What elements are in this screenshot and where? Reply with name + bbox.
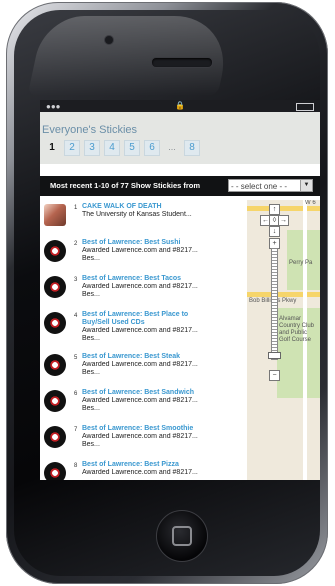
pan-up-icon[interactable]: ↑ — [269, 204, 280, 215]
list-item[interactable]: 2 Best of Lawrence: Best Sushi Awarded L… — [40, 238, 246, 272]
page-2-link[interactable]: 2 — [64, 140, 80, 156]
best-of-lawrence-logo-icon — [44, 354, 66, 376]
item-description: Awarded Lawrence.com and #8217... — [82, 469, 198, 476]
list-item[interactable]: 8 Best of Lawrence: Best Pizza Awarded L… — [40, 460, 246, 480]
front-camera-icon — [104, 35, 114, 45]
item-number: 3 — [74, 277, 78, 283]
list-item[interactable]: 3 Best of Lawrence: Best Tacos Awarded L… — [40, 274, 246, 308]
pan-right-icon[interactable]: → — [278, 215, 289, 226]
home-square-icon — [172, 526, 192, 546]
item-more: Bes... — [82, 441, 100, 448]
chevron-down-icon: ▼ — [300, 180, 312, 191]
list-item[interactable]: 7 Best of Lawrence: Best Smoothie Awarde… — [40, 424, 246, 458]
zoom-slider-handle[interactable] — [268, 352, 281, 359]
result-count-label: Most recent 1-10 of 77 Show Stickies fro… — [50, 181, 201, 190]
list-item[interactable]: 4 Best of Lawrence: Best Place to Buy/Se… — [40, 310, 246, 344]
list-item[interactable]: 1 CAKE WALK OF DEATH The University of K… — [40, 202, 246, 236]
map-road — [247, 292, 320, 297]
pagination: 1 2 3 4 5 6 ... 8 — [44, 140, 200, 156]
status-bar: ●●● 🔒 — [40, 100, 320, 112]
best-of-lawrence-logo-icon — [44, 462, 66, 480]
item-more: Bes... — [82, 335, 100, 342]
item-more: Bes... — [82, 369, 100, 376]
zoom-slider-track[interactable] — [271, 248, 278, 360]
item-title-link[interactable]: CAKE WALK OF DEATH — [82, 203, 212, 211]
item-description: Awarded Lawrence.com and #8217... — [82, 283, 198, 290]
best-of-lawrence-logo-icon — [44, 240, 66, 262]
page-6-link[interactable]: 6 — [144, 140, 160, 156]
item-number: 6 — [74, 391, 78, 397]
item-title-link[interactable]: Best of Lawrence: Best Pizza — [82, 461, 212, 469]
earpiece-speaker — [151, 57, 213, 68]
glass-reflection — [27, 16, 235, 96]
phone-screen: ●●● 🔒 Everyone's Stickies 1 2 3 4 5 6 ..… — [40, 100, 320, 480]
map-label: Perry Pa — [289, 260, 313, 266]
best-of-lawrence-logo-icon — [44, 390, 66, 412]
item-number: 1 — [74, 205, 78, 211]
zoom-out-icon[interactable]: − — [269, 370, 280, 381]
best-of-lawrence-logo-icon — [44, 276, 66, 298]
item-title-link[interactable]: Best of Lawrence: Best Place to Buy/Sell… — [82, 311, 212, 327]
page-8-link[interactable]: 8 — [184, 140, 200, 156]
map-view[interactable]: W 6 Perry Pa Bob Billings Pkwy Alvamar C… — [247, 200, 320, 480]
item-number: 8 — [74, 463, 78, 469]
item-title-link[interactable]: Best of Lawrence: Best Steak — [82, 353, 212, 361]
best-of-lawrence-logo-icon — [44, 312, 66, 334]
battery-icon — [296, 103, 314, 111]
page-1-link[interactable]: 1 — [44, 140, 60, 156]
lock-icon: 🔒 — [175, 101, 185, 110]
item-title-link[interactable]: Best of Lawrence: Best Sandwich — [82, 389, 212, 397]
stickies-source-select[interactable]: - - select one - - ▼ — [228, 179, 313, 192]
item-description: Awarded Lawrence.com and #8217... — [82, 433, 198, 440]
item-more: Bes... — [82, 405, 100, 412]
map-zoom-control: ↑ ← ◊ → ↓ + − — [260, 204, 289, 404]
item-description: Awarded Lawrence.com and #8217... — [82, 397, 198, 404]
list-item[interactable]: 5 Best of Lawrence: Best Steak Awarded L… — [40, 352, 246, 386]
map-label: Alvamar Country Club and Public Golf Cou… — [279, 316, 315, 343]
list-item[interactable]: 6 Best of Lawrence: Best Sandwich Awarde… — [40, 388, 246, 422]
page-5-link[interactable]: 5 — [124, 140, 140, 156]
best-of-lawrence-logo-icon — [44, 426, 66, 448]
item-title-link[interactable]: Best of Lawrence: Best Sushi — [82, 239, 212, 247]
thumbnail-photo — [44, 204, 66, 226]
item-title-link[interactable]: Best of Lawrence: Best Tacos — [82, 275, 212, 283]
item-number: 4 — [74, 313, 78, 319]
page-ellipsis: ... — [168, 142, 176, 152]
item-description: Awarded Lawrence.com and #8217... — [82, 247, 198, 254]
item-more: Bes... — [82, 255, 100, 262]
select-value: - - select one - - — [231, 182, 288, 191]
page-title: Everyone's Stickies — [42, 124, 138, 136]
item-number: 2 — [74, 241, 78, 247]
map-road — [247, 206, 320, 211]
page-3-link[interactable]: 3 — [84, 140, 100, 156]
pan-down-icon[interactable]: ↓ — [269, 226, 280, 237]
page-4-link[interactable]: 4 — [104, 140, 120, 156]
item-title-link[interactable]: Best of Lawrence: Best Smoothie — [82, 425, 212, 433]
item-description: Awarded Lawrence.com and #8217... — [82, 361, 198, 368]
signal-icon: ●●● — [46, 102, 61, 111]
item-number: 5 — [74, 355, 78, 361]
item-number: 7 — [74, 427, 78, 433]
item-description: Awarded Lawrence.com and #8217... — [82, 327, 198, 334]
page-header: Everyone's Stickies 1 2 3 4 5 6 ... 8 — [40, 112, 320, 164]
item-more: Bes... — [82, 291, 100, 298]
map-label: W 6 — [305, 200, 316, 206]
filter-bar: Most recent 1-10 of 77 Show Stickies fro… — [40, 176, 320, 196]
item-description: The University of Kansas Student... — [82, 211, 192, 218]
